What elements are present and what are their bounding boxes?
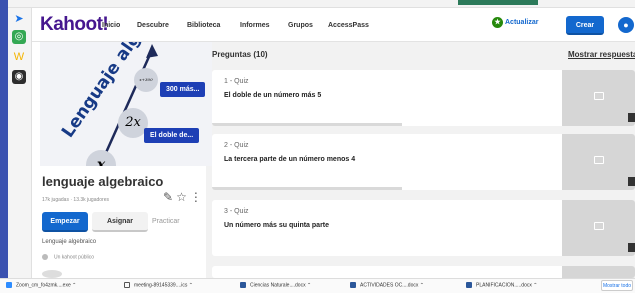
assign-button[interactable]: Asignar [92, 212, 148, 232]
kahoot-app: Kahoot! Inicio Descubre Biblioteca Infor… [32, 8, 635, 278]
browser-top-strip [8, 0, 635, 8]
chevron-up-icon[interactable]: ⌃ [420, 282, 424, 288]
app-icon-dark[interactable]: ◉ [12, 70, 26, 84]
question-image-placeholder [562, 134, 635, 190]
app-icon-w[interactable]: W [12, 50, 26, 64]
start-button[interactable]: Empezar [42, 212, 88, 232]
word-icon [350, 282, 356, 288]
chevron-up-icon[interactable]: ⌃ [307, 282, 311, 288]
question-progress-bar [212, 187, 402, 190]
edit-icon[interactable]: ✎ [163, 190, 176, 204]
window-edge [0, 0, 8, 293]
cover-pill-2: El doble de... [144, 128, 200, 143]
word-icon [240, 282, 246, 288]
nav-accesspass[interactable]: AccessPass [328, 22, 369, 29]
download-item[interactable]: ACTIVIDADES OC....docx ⌃ [350, 282, 424, 288]
file-icon [6, 282, 12, 288]
kahoot-title: lenguaje algebraico [42, 174, 164, 189]
more-icon[interactable]: ⋮ [190, 190, 205, 204]
chevron-up-icon[interactable]: ⌃ [533, 282, 537, 288]
nav-inicio[interactable]: Inicio [102, 22, 120, 29]
cover-pill-1: 300 más... [160, 82, 206, 97]
question-image-placeholder [562, 70, 635, 126]
kahoot-description: Lenguaje algebraico [42, 239, 97, 245]
question-progress-bar [212, 123, 402, 126]
avatar[interactable]: ● [618, 17, 634, 33]
nav-grupos[interactable]: Grupos [288, 22, 313, 29]
nav-descubre[interactable]: Descubre [137, 22, 169, 29]
chevron-up-icon[interactable]: ⌃ [72, 282, 76, 288]
question-card[interactable]: 3 - Quiz Un número más su quinta parte [212, 200, 635, 256]
kahoot-cover-image: Lenguaje algebraico x+300 300 más... 2x … [40, 42, 212, 166]
question-card[interactable]: 2 - Quiz La tercera parte de un número m… [212, 134, 635, 190]
image-icon [594, 92, 604, 100]
question-number: 3 - Quiz [224, 208, 249, 215]
question-card[interactable] [212, 266, 635, 278]
download-item[interactable]: meeting-89145339....ics ⌃ [124, 282, 193, 288]
question-text: La tercera parte de un número menos 4 [224, 156, 356, 163]
questions-header: Preguntas (10) [212, 50, 268, 59]
word-icon [466, 282, 472, 288]
creator-avatar [42, 270, 62, 278]
card-actions: ✎☆⋮ [163, 190, 205, 204]
question-image-placeholder [562, 266, 635, 278]
kahoot-logo[interactable]: Kahoot! [40, 14, 109, 36]
globe-icon [42, 254, 48, 260]
update-label: Actualizar [505, 19, 539, 26]
question-text: El doble de un número más 5 [224, 92, 322, 99]
update-button[interactable]: ★ Actualizar [492, 17, 539, 28]
question-card[interactable]: 1 - Quiz El doble de un número más 5 [212, 70, 635, 126]
app-icon-green[interactable]: ◎ [12, 30, 26, 44]
question-image-placeholder [562, 200, 635, 256]
image-icon [594, 222, 604, 230]
image-icon [594, 156, 604, 164]
download-item[interactable]: Zoom_cm_fo4zmk....exe ⌃ [6, 282, 76, 288]
show-all-button[interactable]: Mostrar todo [601, 280, 633, 291]
question-number: 2 - Quiz [224, 142, 249, 149]
question-number: 1 - Quiz [224, 78, 249, 85]
question-text: Un número más su quinta parte [224, 222, 330, 229]
top-navbar: Kahoot! Inicio Descubre Biblioteca Infor… [32, 8, 635, 42]
create-button[interactable]: Crear [566, 16, 604, 35]
visibility-label: Un kahoot público [54, 254, 95, 261]
nav-biblioteca[interactable]: Biblioteca [187, 22, 220, 29]
chevron-up-icon[interactable]: ⌃ [189, 282, 193, 288]
show-answers-link[interactable]: Mostrar respuestas [568, 50, 635, 59]
kahoot-detail-panel: Lenguaje algebraico x+300 300 más... 2x … [32, 42, 212, 278]
browser-sidebar: ➤ ◎ W ◉ [8, 8, 32, 278]
star-icon: ★ [492, 17, 503, 28]
download-item[interactable]: Ciencias Naturale....docx ⌃ [240, 282, 311, 288]
arrow-icon[interactable]: ➤ [12, 12, 26, 26]
nav-informes[interactable]: Informes [240, 22, 270, 29]
cover-node-small: x+300 [134, 68, 158, 92]
downloads-bar: Zoom_cm_fo4zmk....exe ⌃ meeting-89145339… [0, 278, 635, 293]
practice-button[interactable]: Practicar [152, 218, 180, 225]
visibility-status: Un kahoot público [42, 254, 94, 260]
kahoot-stats: 17k jugadas · 13.3k jugadores [42, 197, 109, 203]
download-item[interactable]: PLANIFICACION.....docx ⌃ [466, 282, 537, 288]
calendar-icon [124, 282, 130, 288]
star-outline-icon[interactable]: ☆ [176, 190, 190, 204]
